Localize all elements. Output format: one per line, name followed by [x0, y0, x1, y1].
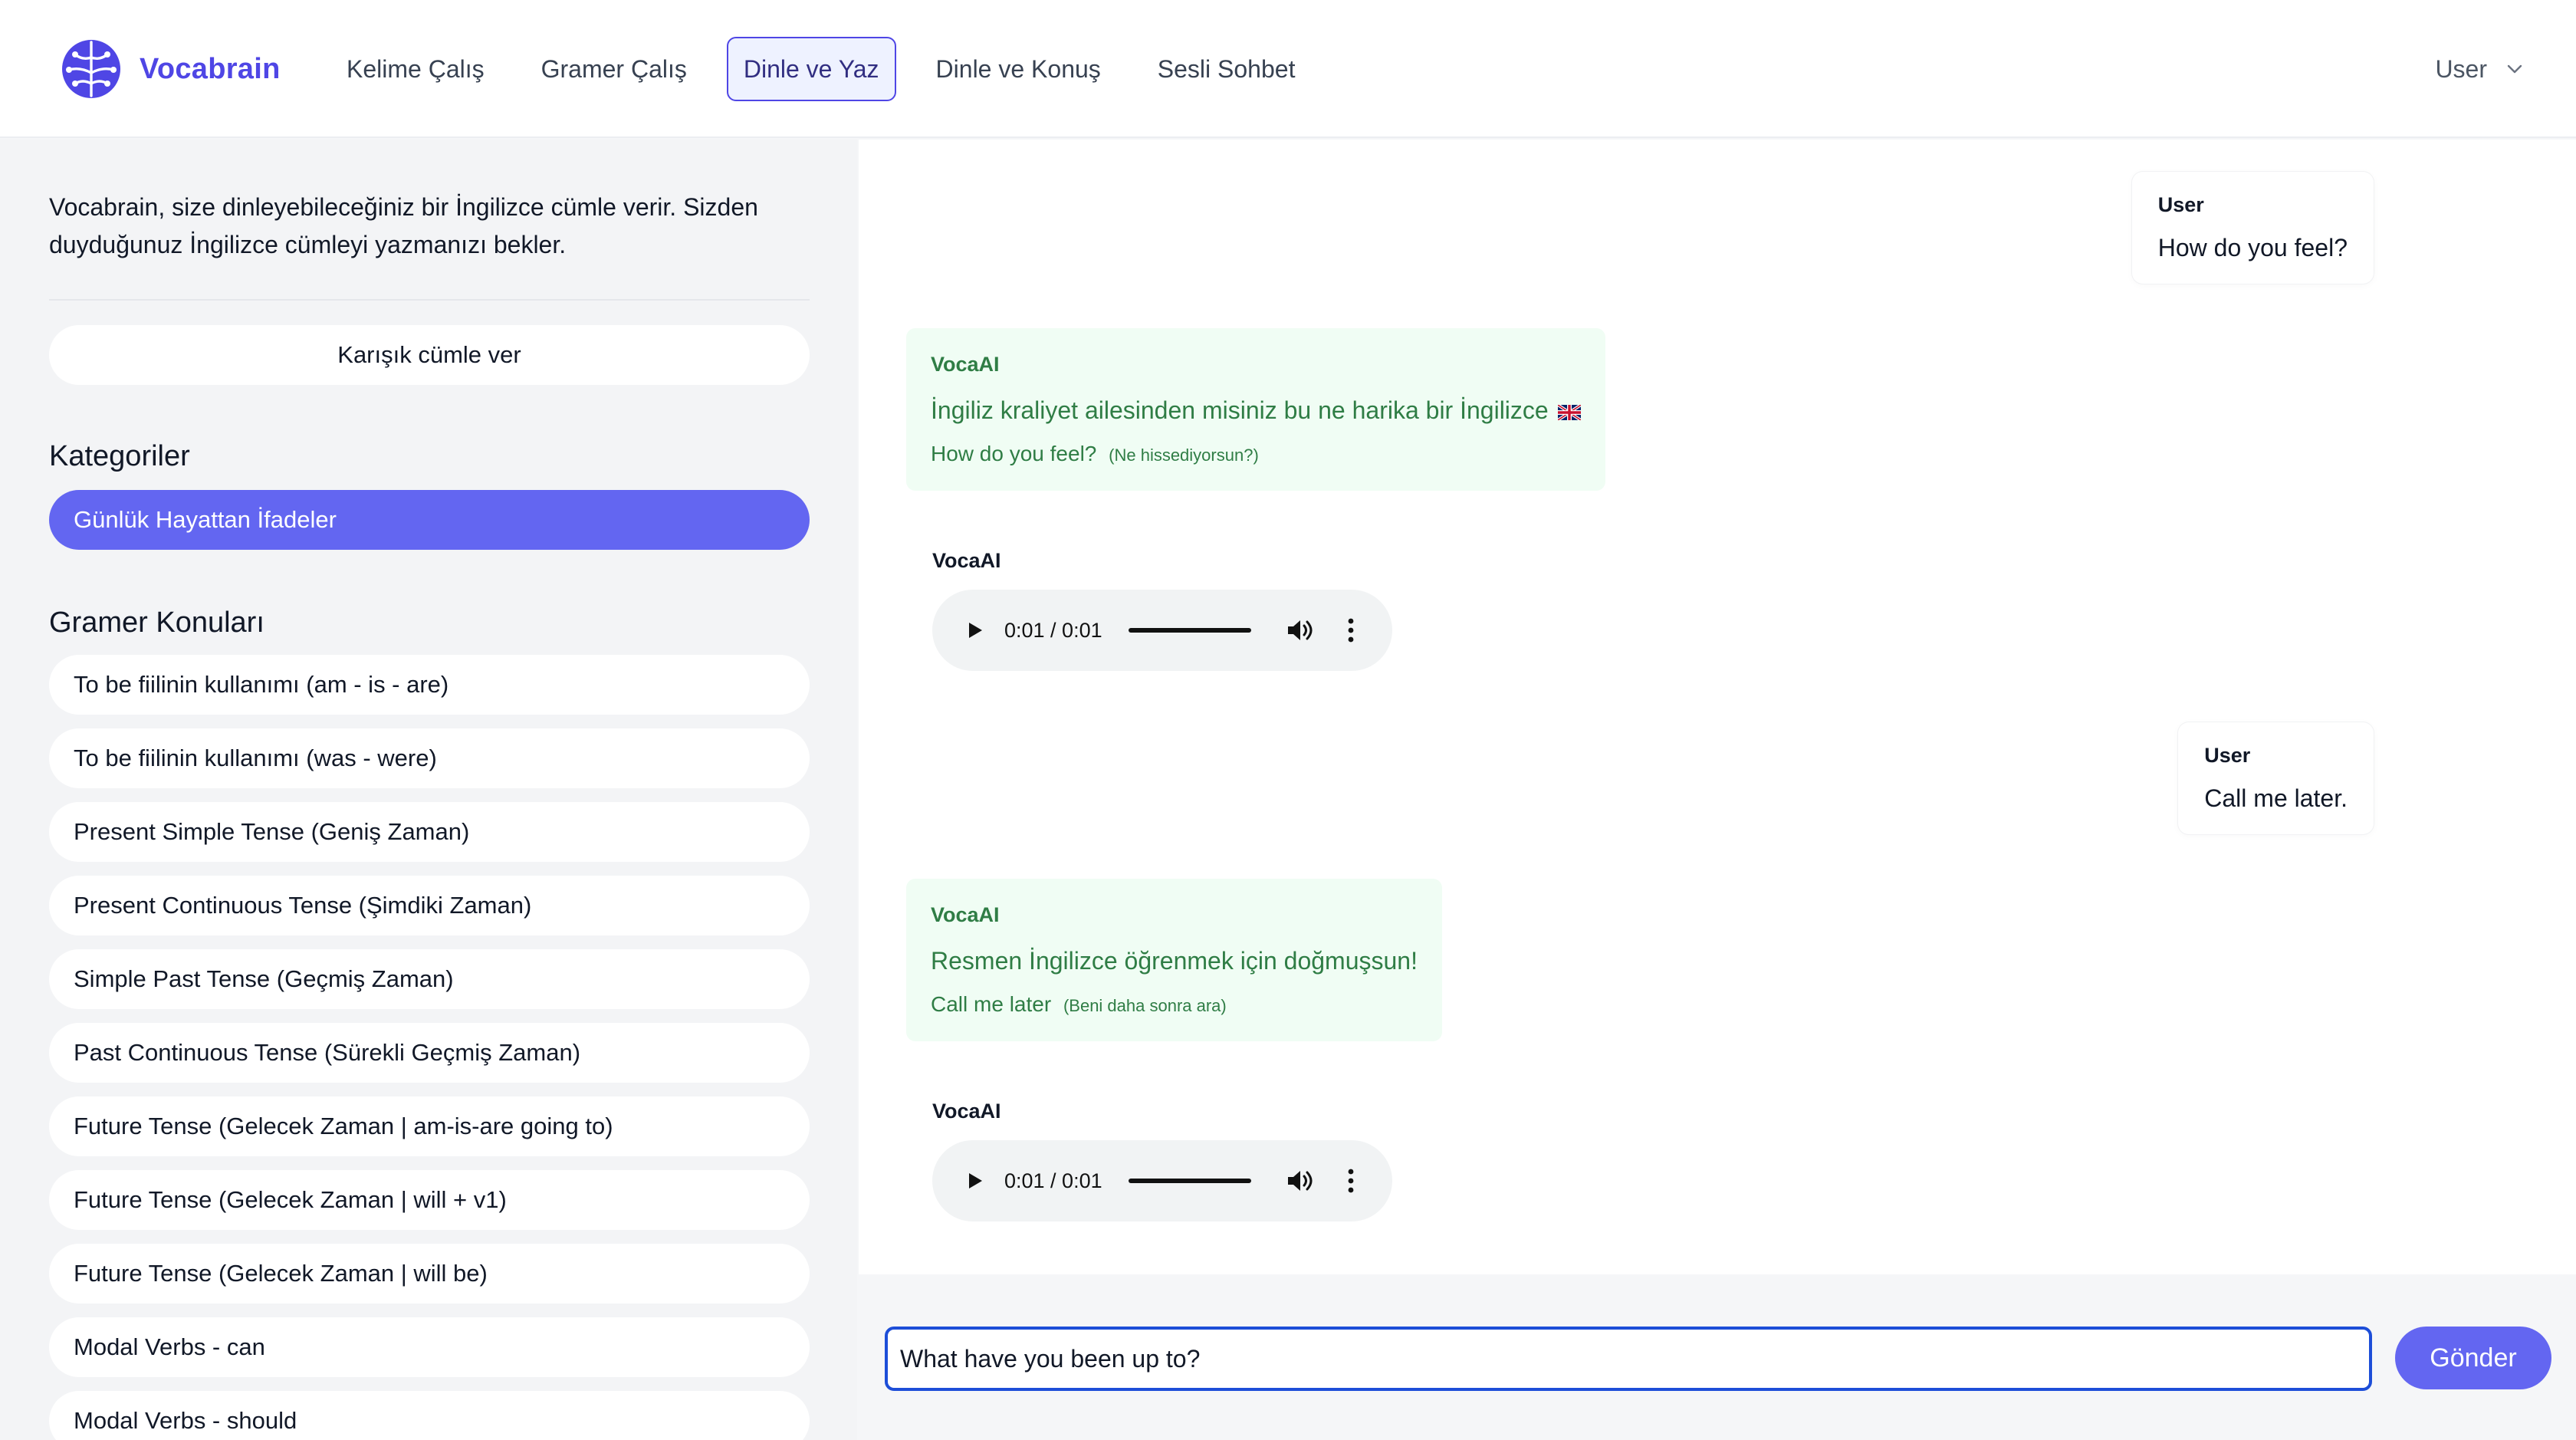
message-sender: VocaAI [931, 903, 1000, 926]
english-sentence: How do you feel? [931, 442, 1097, 465]
grammar-topic-item[interactable]: Past Continuous Tense (Sürekli Geçmiş Za… [49, 1023, 810, 1083]
message-sender: VocaAI [932, 549, 1001, 572]
turkish-translation: (Ne hissediyorsun?) [1109, 445, 1259, 465]
brain-logo-icon [62, 40, 120, 98]
sentence-with-translation: How do you feel? (Ne hissediyorsun?) [931, 442, 1581, 466]
intro-text: Vocabrain, size dinleyebileceğiniz bir İ… [49, 193, 758, 258]
grammar-topic-item[interactable]: Simple Past Tense (Geçmiş Zaman) [49, 949, 810, 1009]
nav-sesli-sohbet[interactable]: Sesli Sohbet [1141, 37, 1313, 101]
turkish-translation: (Beni daha sonra ara) [1063, 996, 1227, 1015]
grammar-topic-item[interactable]: Future Tense (Gelecek Zaman | will be) [49, 1244, 810, 1304]
send-button[interactable]: Gönder [2395, 1327, 2551, 1389]
nav-gramer-calis[interactable]: Gramer Çalış [524, 37, 704, 101]
grammar-topics-title: Gramer Konuları [49, 607, 264, 639]
message-text: How do you feel? [2157, 234, 2348, 261]
english-sentence: Call me later [931, 992, 1052, 1016]
uk-flag-icon [1557, 404, 1581, 420]
chevron-down-icon [2507, 64, 2522, 74]
grammar-topic-item[interactable]: To be fiilinin kullanımı (am - is - are) [49, 655, 810, 715]
ai-audio-message: VocaAI 0:01 / 0:01 [932, 1100, 1392, 1221]
ai-feedback-message: VocaAI Resmen İngilizce öğrenmek için do… [906, 879, 1442, 1041]
audio-progress-track[interactable] [1128, 628, 1251, 633]
more-options-icon[interactable] [1345, 616, 1357, 644]
audio-time: 0:01 / 0:01 [1004, 618, 1102, 642]
sidebar: Vocabrain, size dinleyebileceğiniz bir İ… [0, 140, 857, 1440]
audio-time: 0:01 / 0:01 [1004, 1169, 1102, 1192]
grammar-topic-item[interactable]: Present Simple Tense (Geniş Zaman) [49, 802, 810, 862]
grammar-topic-item[interactable]: Future Tense (Gelecek Zaman | am-is-are … [49, 1096, 810, 1156]
message-sender: User [2157, 193, 2204, 216]
categories-title: Kategoriler [49, 440, 190, 472]
audio-progress-track[interactable] [1128, 1179, 1251, 1183]
user-message: User Call me later. [2178, 722, 2374, 834]
brand-logo[interactable]: Vocabrain [58, 37, 281, 101]
user-message: User How do you feel? [2131, 172, 2374, 284]
sidebar-divider [49, 299, 810, 301]
volume-icon[interactable] [1283, 615, 1314, 646]
user-menu-label: User [2435, 54, 2487, 83]
brand-name: Vocabrain [140, 52, 281, 85]
category-item-daily-life[interactable]: Günlük Hayattan İfadeler [49, 490, 810, 550]
audio-player[interactable]: 0:01 / 0:01 [932, 1140, 1392, 1221]
volume-icon[interactable] [1283, 1165, 1314, 1196]
sentence-with-translation: Call me later (Beni daha sonra ara) [931, 992, 1418, 1017]
grammar-topic-item[interactable]: To be fiilinin kullanımı (was - were) [49, 728, 810, 788]
feedback-text: İngiliz kraliyet ailesinden misiniz bu n… [931, 396, 1581, 425]
user-menu[interactable]: User [2435, 37, 2525, 101]
grammar-topic-item[interactable]: Modal Verbs - should [49, 1391, 810, 1440]
main-nav: Kelime Çalış Gramer Çalış Dinle ve Yaz D… [330, 37, 1312, 101]
top-navbar: Vocabrain Kelime Çalış Gramer Çalış Dinl… [0, 0, 2576, 138]
nav-kelime-calis[interactable]: Kelime Çalış [330, 37, 501, 101]
grammar-topic-item[interactable]: Modal Verbs - can [49, 1317, 810, 1377]
feedback-text: Resmen İngilizce öğrenmek için doğmuşsun… [931, 947, 1418, 975]
more-options-icon[interactable] [1345, 1167, 1357, 1195]
grammar-topic-item[interactable]: Future Tense (Gelecek Zaman | will + v1) [49, 1170, 810, 1230]
play-icon[interactable] [963, 619, 986, 642]
grammar-topic-list: To be fiilinin kullanımı (am - is - are)… [49, 655, 810, 1440]
audio-player[interactable]: 0:01 / 0:01 [932, 590, 1392, 671]
play-icon[interactable] [963, 1169, 986, 1192]
chat-area: User How do you feel? VocaAI İngiliz kra… [859, 140, 2576, 1274]
grammar-topic-item[interactable]: Present Continuous Tense (Şimdiki Zaman) [49, 876, 810, 935]
message-composer: Gönder [859, 1274, 2576, 1440]
message-sender: User [2204, 744, 2251, 767]
nav-dinle-ve-konus[interactable]: Dinle ve Konuş [919, 37, 1118, 101]
nav-dinle-ve-yaz[interactable]: Dinle ve Yaz [726, 37, 896, 101]
message-sender: VocaAI [932, 1100, 1001, 1123]
message-text: Call me later. [2204, 784, 2348, 812]
feedback-text-content: İngiliz kraliyet ailesinden misiniz bu n… [931, 396, 1549, 424]
ai-audio-message: VocaAI 0:01 / 0:01 [932, 549, 1392, 671]
message-sender: VocaAI [931, 353, 1000, 376]
ai-feedback-message: VocaAI İngiliz kraliyet ailesinden misin… [906, 328, 1605, 491]
shuffle-sentence-button[interactable]: Karışık cümle ver [49, 325, 810, 385]
answer-input[interactable] [885, 1327, 2372, 1391]
